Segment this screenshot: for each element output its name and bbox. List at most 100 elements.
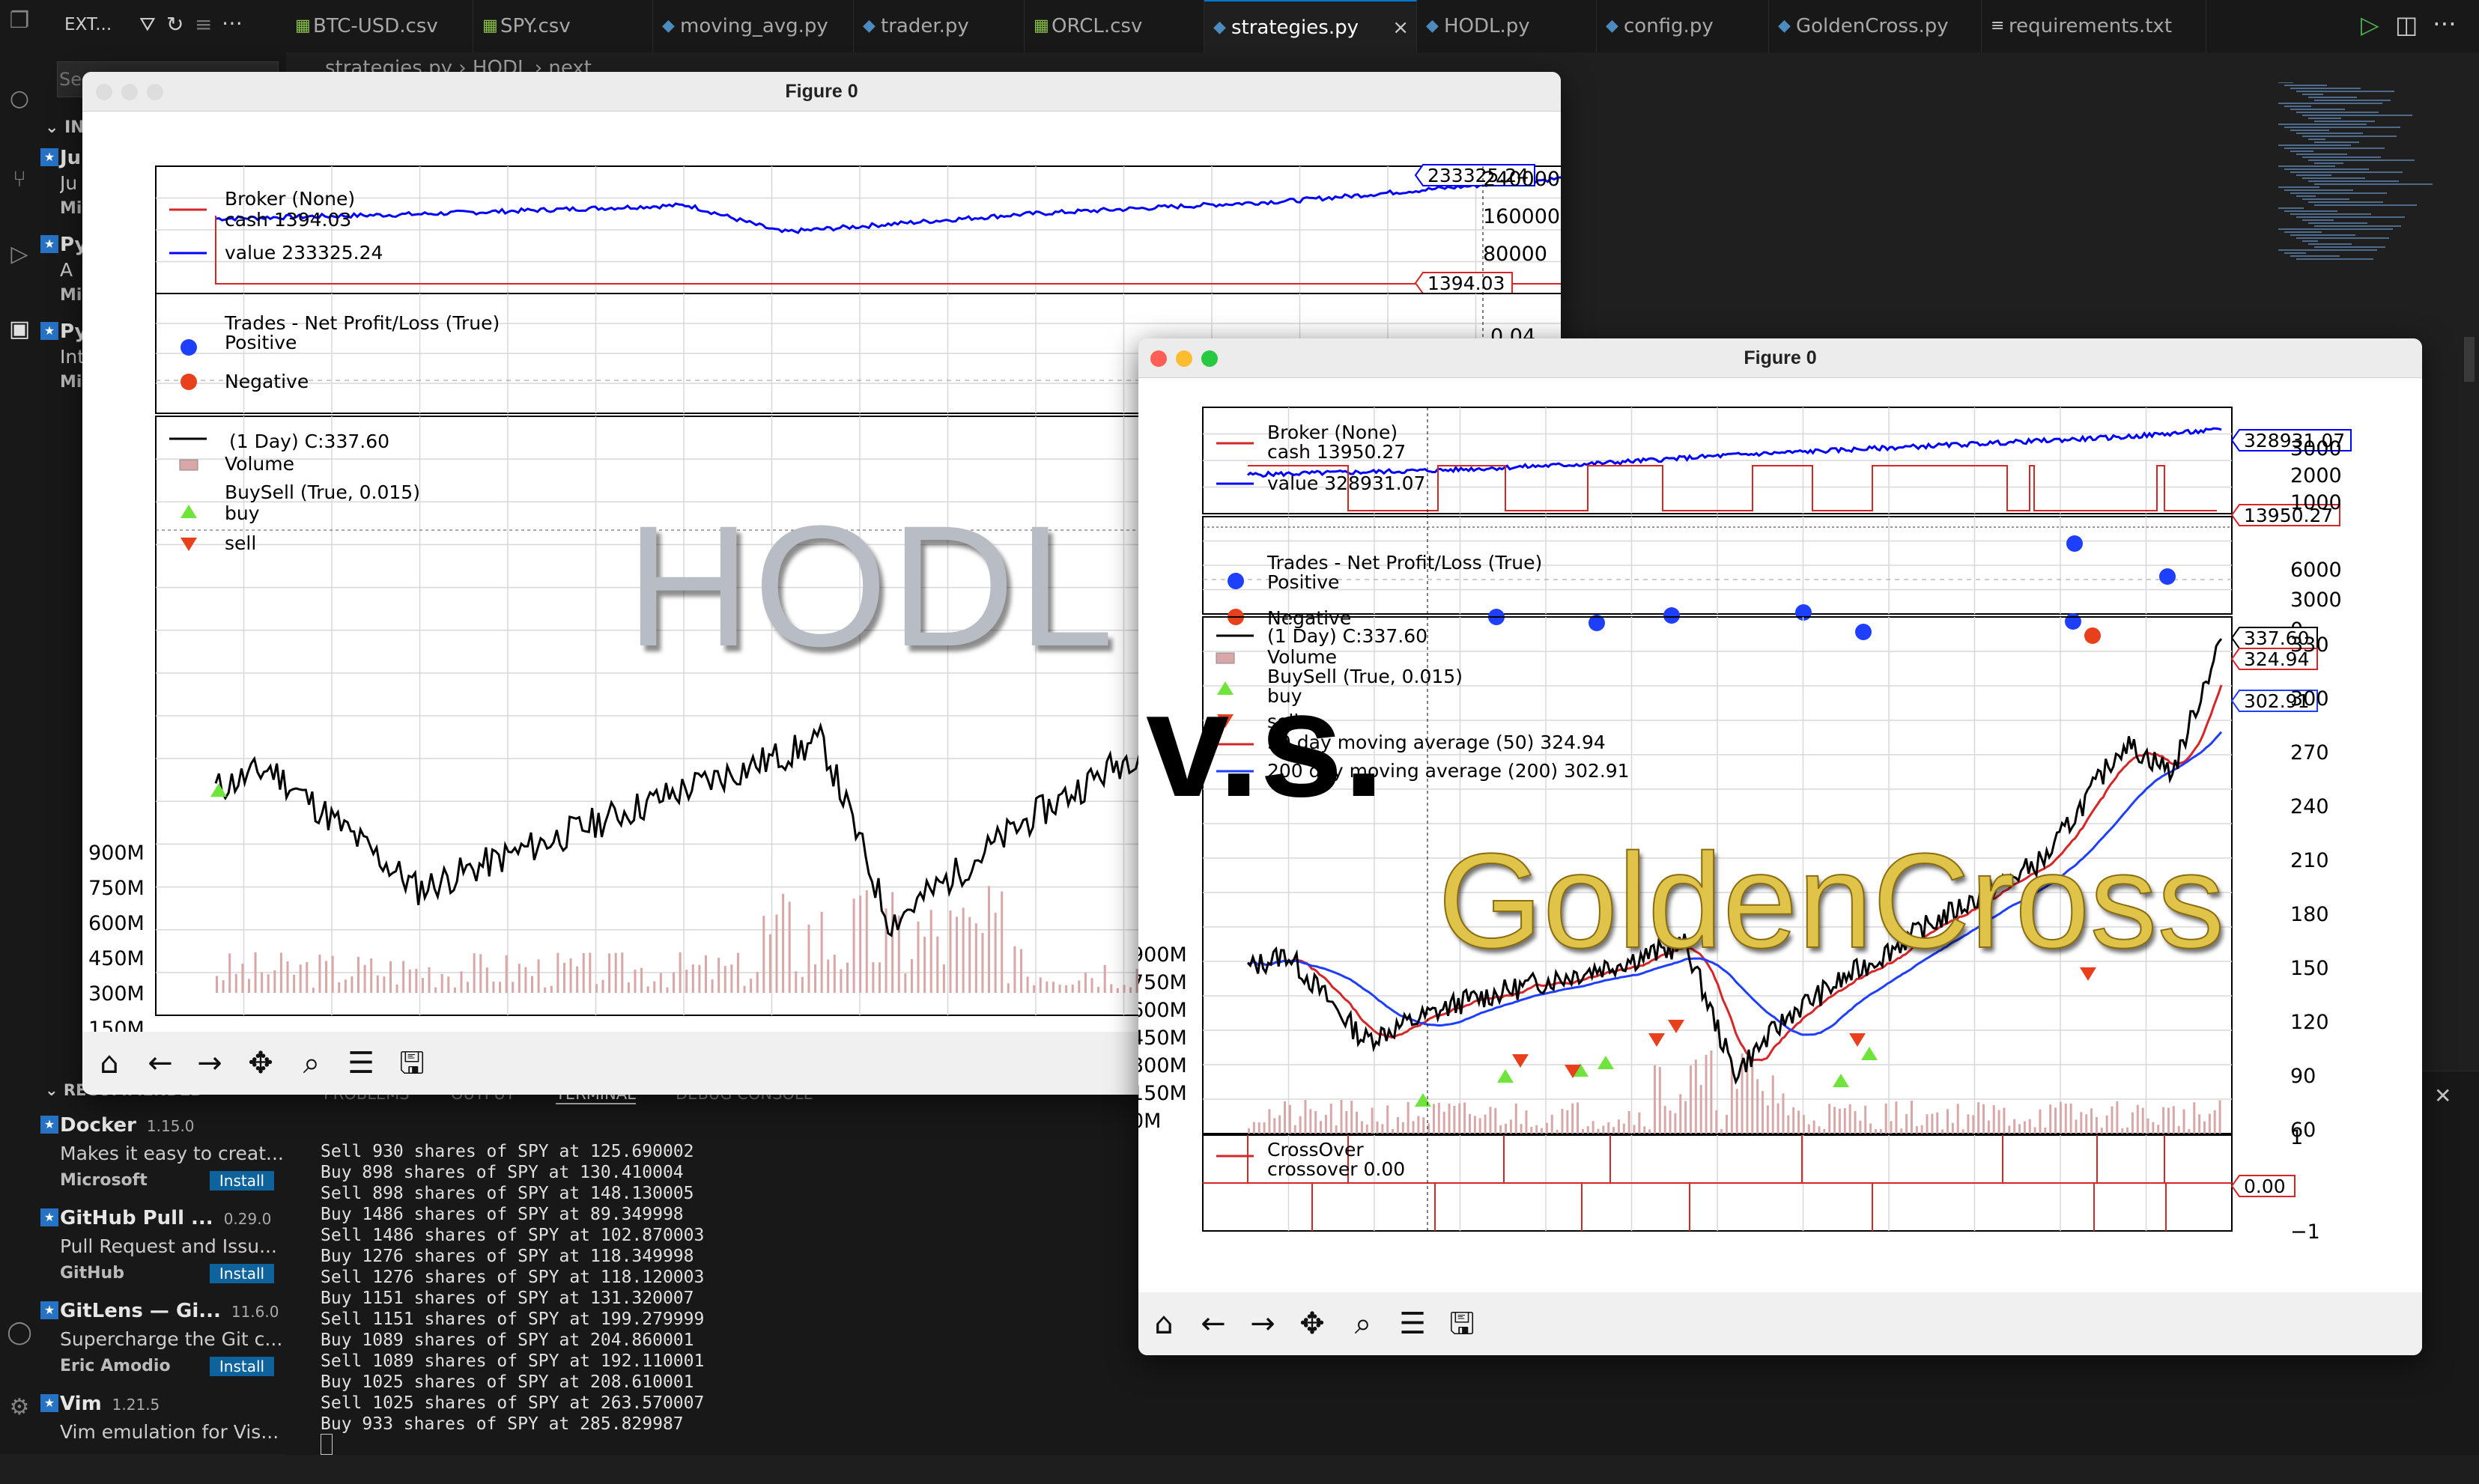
terminal-line: Buy 1486 shares of SPY at 89.349998 [321,1205,684,1224]
tab-hodl-py[interactable]: ◆HODL.py [1417,0,1597,52]
filter-icon[interactable]: ⛛ [139,13,156,37]
close-window-button[interactable] [1150,350,1167,367]
minimap[interactable] [2278,82,2451,270]
zoom-icon[interactable]: ⌕ [1344,1304,1383,1343]
install-button[interactable]: Install [210,1357,274,1376]
install-button[interactable]: Install [210,1264,274,1283]
extensions-icon[interactable]: ▣ [4,314,34,344]
forward-arrow-icon[interactable]: → [1243,1304,1282,1343]
volume-bar [2193,1102,2195,1134]
trades-positive-label: Positive [225,332,297,353]
volume-bar [467,982,469,993]
tab-orcl-csv[interactable]: ▦ORCL.csv [1025,0,1204,52]
volume-bar [248,979,250,993]
volume-bar [705,955,707,993]
volume-bar [460,971,462,993]
configure-subplots-icon[interactable]: ☰ [1393,1304,1432,1343]
tab-spy-csv[interactable]: ▦SPY.csv [473,0,653,52]
run-debug-icon[interactable]: ▷ [4,240,34,270]
extension-name: Docker1.15.0 [60,1114,195,1137]
run-icon[interactable]: ▷ [2361,10,2379,39]
minimize-window-button[interactable] [121,84,138,100]
broker-label: Broker (None) [1267,422,1398,443]
tab-moving-avg-py[interactable]: ◆moving_avg.py [653,0,854,52]
installed-heading[interactable]: ⌄ IN [45,118,85,137]
volume-bar [949,910,951,993]
install-button[interactable]: Install [210,1171,274,1190]
zoom-icon[interactable]: ⌕ [292,1044,331,1083]
volume-bar [434,988,437,993]
volume-bar [550,986,553,993]
volume-bar [1844,1108,1846,1134]
legend-positive-marker [1228,573,1244,589]
explorer-icon[interactable]: ❐ [4,6,34,36]
tab-config-py[interactable]: ◆config.py [1597,0,1769,52]
volume-bar [840,969,842,993]
volume-bar [640,968,643,993]
save-icon[interactable]: 🖫 [1442,1304,1481,1343]
volume-bar [1726,1115,1728,1134]
source-control-icon[interactable]: ⑂ [4,165,34,195]
forward-arrow-icon[interactable]: → [190,1044,229,1083]
legend-positive-marker [180,339,197,356]
volume-bar [1299,1116,1302,1134]
recommended-extension[interactable]: ★Vim1.21.5Vim emulation for Vis... [39,1391,286,1484]
volume-bar [1911,1101,1913,1134]
terminal-line: Sell 1089 shares of SPY at 192.110001 [321,1351,704,1371]
zoom-window-button[interactable] [147,84,163,100]
volume-bar [821,912,823,993]
trade-positive-marker [1855,624,1872,640]
volume-bar [1797,1110,1800,1134]
home-icon[interactable]: ⌂ [90,1044,129,1083]
recommended-extension[interactable]: ★GitHub Pull ...0.29.0Pull Request and I… [39,1205,286,1298]
tab-strategies-py[interactable]: ◆strategies.py× [1204,0,1417,52]
more-icon[interactable]: ⋯ [222,10,243,35]
tab-goldencross-py[interactable]: ◆GoldenCross.py [1769,0,1982,52]
scrollbar[interactable] [2464,337,2475,382]
volume-bar [1941,1129,1944,1134]
more-actions-icon[interactable]: ⋯ [2433,9,2457,37]
volume-bar [1916,1126,1918,1134]
extension-version: 1.21.5 [112,1396,160,1414]
legend-volume-marker [180,460,198,470]
tab-requirements-txt[interactable]: ≡requirements.txt [1982,0,2206,52]
terminal-line: Buy 1276 shares of SPY at 118.349998 [321,1247,694,1266]
pan-icon[interactable]: ✥ [1293,1304,1332,1343]
terminal-line: Sell 930 shares of SPY at 125.690002 [321,1142,694,1161]
recommended-extension[interactable]: ★GitLens — Gi...11.6.0Supercharge the Gi… [39,1298,286,1391]
split-editor-icon[interactable]: ◫ [2395,10,2418,39]
close-window-button[interactable] [96,84,112,100]
broker-label: Broker (None) [225,188,355,210]
search-icon[interactable]: ○ [4,84,34,114]
home-icon[interactable]: ⌂ [1144,1304,1183,1343]
back-arrow-icon[interactable]: ← [141,1044,180,1083]
settings-gear-icon[interactable]: ⚙ [4,1393,34,1423]
account-icon[interactable]: ◯ [4,1318,34,1348]
clear-icon[interactable]: ≡ [195,12,212,37]
volume-bar [538,959,540,993]
volume-tick-label: 750M [1138,971,1187,994]
configure-subplots-icon[interactable]: ☰ [342,1044,380,1083]
refresh-icon[interactable]: ↻ [166,12,183,37]
close-panel-icon[interactable]: ✕ [2434,1083,2451,1108]
close-tab-icon[interactable]: × [1392,1,1409,54]
tab-trader-py[interactable]: ◆trader.py [854,0,1025,52]
volume-bar [1123,985,1125,993]
minimize-window-button[interactable] [1176,350,1192,367]
volume-bar [216,976,218,993]
crossover-tag: 0.00 [2244,1176,2286,1197]
pan-icon[interactable]: ✥ [241,1044,280,1083]
volume-bar [1720,1129,1723,1134]
star-icon: ★ [40,235,58,253]
volume-bar [685,970,688,993]
volume-bar [1998,1110,2000,1134]
back-arrow-icon[interactable]: ← [1194,1304,1233,1343]
save-icon[interactable]: 🖫 [392,1044,431,1083]
volume-bar [827,960,829,993]
tab-btc-usd-csv[interactable]: ▦BTC-USD.csv [286,0,473,52]
recommended-extension[interactable]: ★Docker1.15.0Makes it easy to creat...Mi… [39,1113,286,1205]
zoom-window-button[interactable] [1201,350,1218,367]
volume-bar [454,988,456,993]
volume-bar [1052,982,1055,993]
volume-bar [1813,1121,1815,1134]
